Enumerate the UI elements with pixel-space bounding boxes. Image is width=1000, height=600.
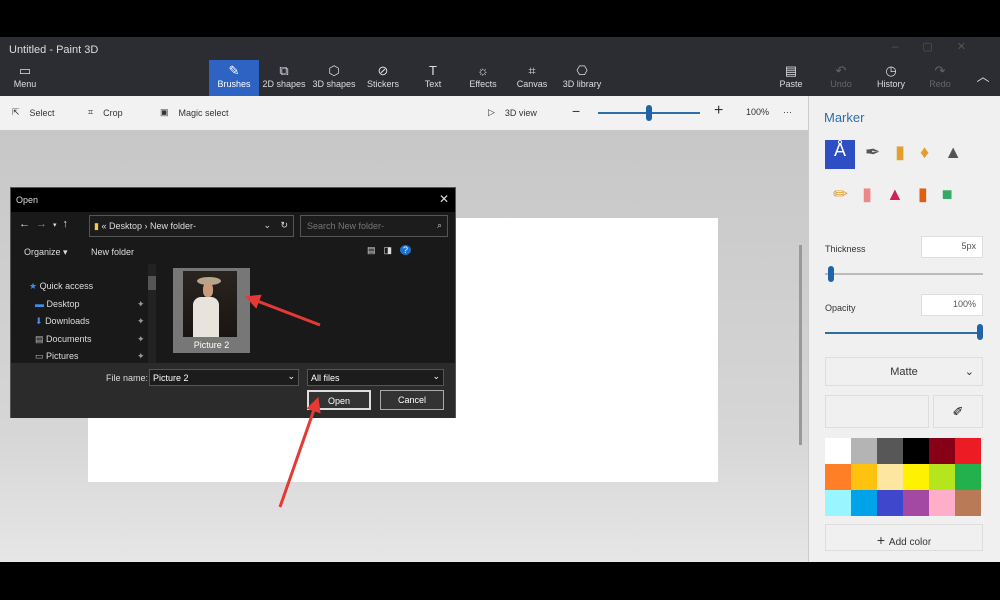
- arrow-to-open-button: [278, 396, 321, 508]
- arrow-to-picture: [244, 294, 321, 327]
- annotation-arrows: [244, 294, 321, 508]
